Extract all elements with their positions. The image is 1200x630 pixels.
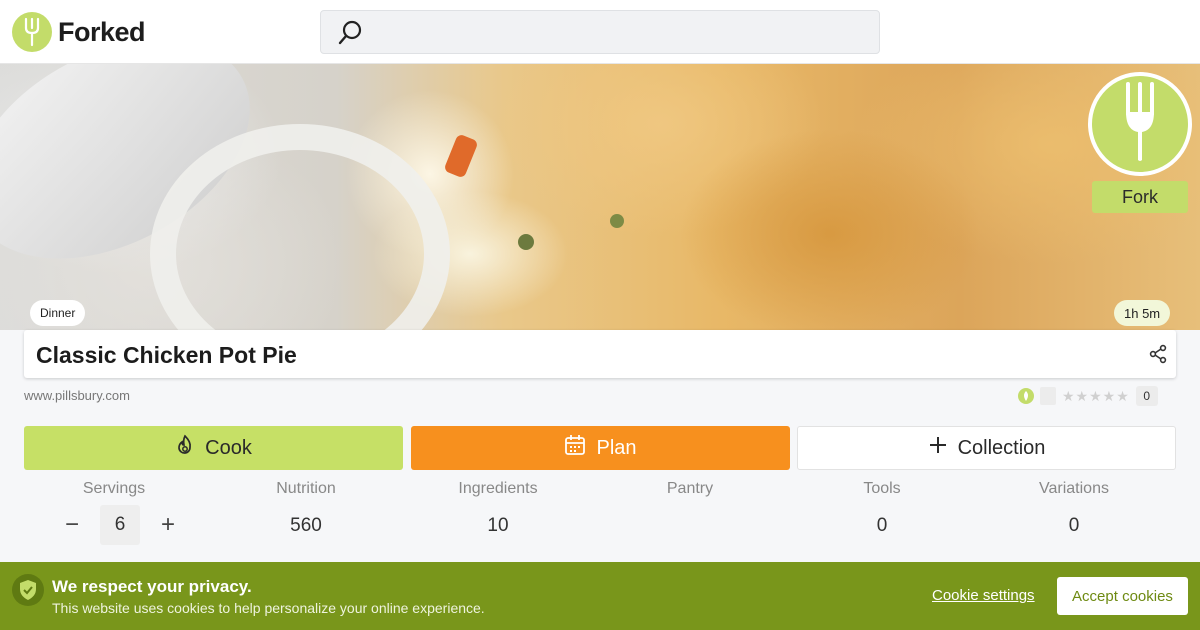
fork-icon [1120, 80, 1160, 169]
recipe-title: Classic Chicken Pot Pie [36, 342, 297, 368]
rating-row: ★★★★★ 0 [1018, 386, 1158, 406]
share-icon[interactable] [1148, 344, 1168, 369]
ingredients-value: 10 [487, 515, 509, 536]
plus-icon [928, 435, 948, 461]
leaf-icon [1018, 388, 1034, 404]
search-icon [337, 19, 365, 52]
forked-logo[interactable]: Forked [12, 12, 146, 52]
tools-label: Tools [863, 480, 901, 497]
pantry-label: Pantry [666, 480, 714, 497]
increase-servings-button[interactable]: + [154, 505, 182, 545]
tools-value: 0 [876, 515, 888, 536]
servings-stat: Servings [24, 480, 204, 500]
category-pill[interactable]: Dinner [30, 300, 86, 326]
recipe-hero-image [0, 64, 1200, 330]
recipe-source-link[interactable]: www.pillsbury.com [24, 388, 130, 403]
total-time-pill: 1h 5m [1114, 300, 1171, 326]
servings-label: Servings [82, 480, 146, 497]
cook-label: Cook [205, 436, 252, 459]
tools-stat[interactable]: Tools 0 [792, 480, 972, 537]
pantry-stat[interactable]: Pantry [600, 480, 780, 515]
cookie-title: We respect your privacy. [52, 577, 252, 596]
recipe-title-card: Classic Chicken Pot Pie [24, 330, 1176, 378]
logo-text: Forked [58, 16, 146, 47]
top-bar: Forked [0, 0, 1200, 64]
carrot-graphic [443, 133, 479, 179]
ingredients-label: Ingredients [458, 480, 538, 497]
nutrition-value: 560 [290, 515, 322, 536]
fork-button[interactable] [1088, 72, 1192, 176]
cookie-settings-link[interactable]: Cookie settings [932, 587, 1035, 604]
cookie-text: This website uses cookies to help person… [52, 600, 485, 616]
ingredients-stat[interactable]: Ingredients 10 [408, 480, 588, 537]
fork-logo-icon [12, 12, 52, 52]
variations-stat[interactable]: Variations 0 [984, 480, 1164, 537]
variations-value: 0 [1068, 515, 1080, 536]
plan-label: Plan [596, 436, 637, 459]
pea-graphic [610, 214, 624, 228]
shield-check-icon [12, 574, 44, 606]
nutrition-label: Nutrition [276, 480, 336, 497]
accept-cookies-button[interactable]: Accept cookies [1057, 577, 1188, 615]
cookie-banner: We respect your privacy. This website us… [0, 562, 1200, 630]
nutrition-stat[interactable]: Nutrition 560 [216, 480, 396, 537]
rating-toggle[interactable] [1040, 387, 1056, 405]
star-rating[interactable]: ★★★★★ [1062, 388, 1130, 405]
plan-button[interactable]: Plan [411, 426, 790, 470]
calendar-icon [564, 434, 586, 462]
decrease-servings-button[interactable]: − [58, 505, 86, 545]
search-input[interactable] [320, 10, 880, 54]
variations-label: Variations [1039, 480, 1109, 497]
rating-count: 0 [1135, 386, 1158, 406]
fork-label[interactable]: Fork [1092, 181, 1188, 213]
add-to-collection-button[interactable]: Collection [797, 426, 1176, 470]
servings-stepper: − 6 + [58, 505, 182, 545]
flame-icon [175, 434, 195, 462]
servings-value[interactable]: 6 [100, 505, 140, 545]
cook-button[interactable]: Cook [24, 426, 403, 470]
pea-graphic [518, 234, 534, 250]
collection-label: Collection [957, 436, 1046, 459]
